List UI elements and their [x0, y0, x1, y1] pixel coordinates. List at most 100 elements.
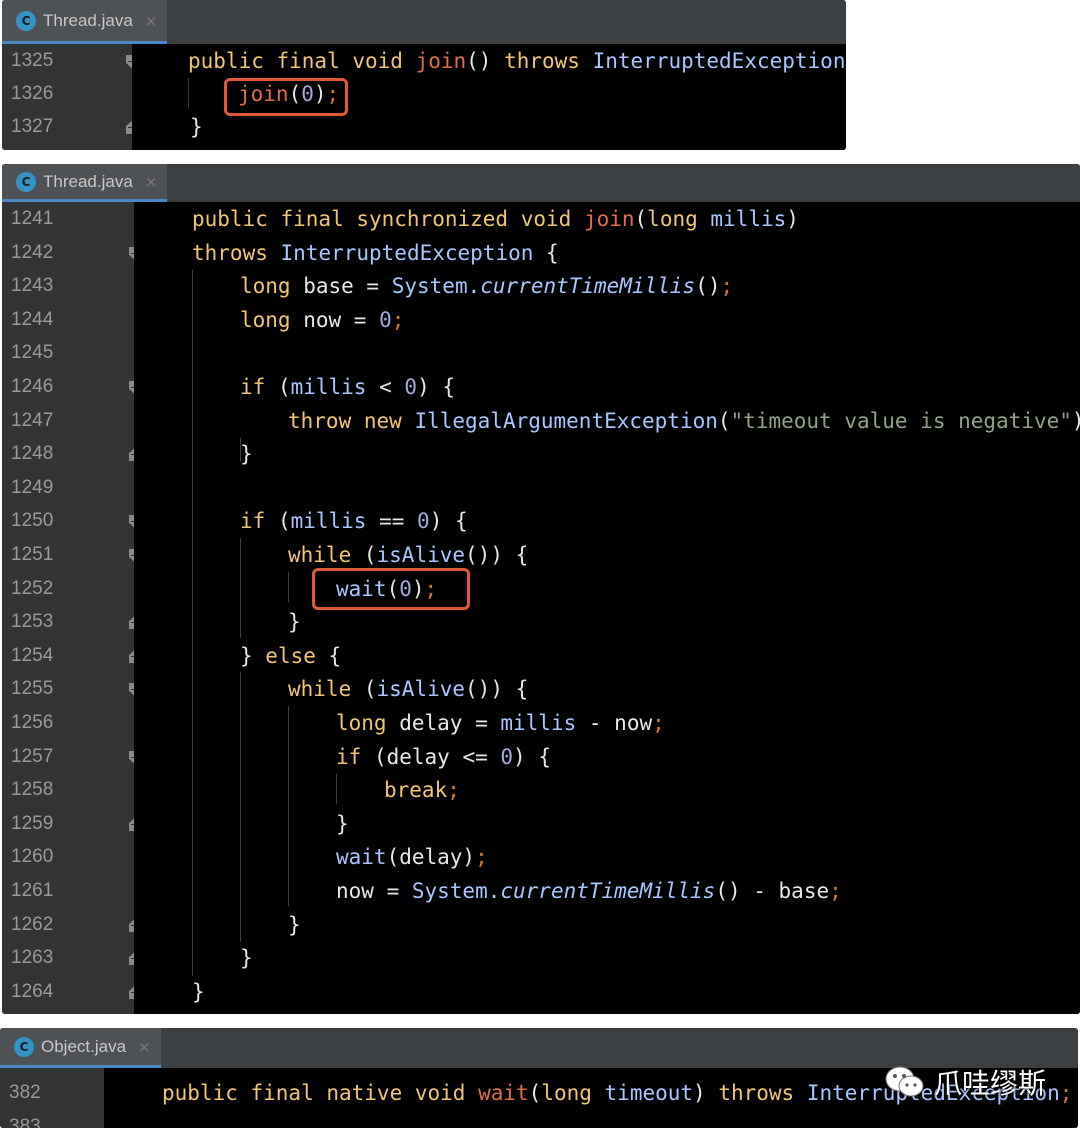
code-token: )	[411, 577, 425, 601]
line-number: 1258	[11, 779, 54, 800]
code-token: (	[363, 677, 377, 701]
code-token: public final synchronized void	[192, 207, 584, 231]
code-token: ()	[695, 274, 721, 298]
code-line: break;	[384, 773, 460, 807]
code-line: long now = 0;	[240, 303, 404, 337]
code-token: wait	[336, 845, 387, 869]
tab-label: Thread.java	[43, 171, 133, 191]
gutter-line: 1249	[2, 471, 134, 505]
code-line: throw new IllegalArgumentException("time…	[288, 404, 1080, 438]
close-icon[interactable]: ×	[138, 1038, 151, 1056]
line-number: 1251	[11, 544, 54, 565]
code-token: }	[240, 946, 253, 970]
code-token: throws	[718, 1081, 807, 1105]
code-line: }	[288, 908, 301, 942]
code-token: ) {	[429, 509, 468, 533]
close-icon[interactable]: ×	[145, 12, 158, 30]
code-token: base =	[303, 274, 392, 298]
line-gutter: 1241 1242 1243 1244 1245 1246 1247 1248 1249 1250…	[2, 202, 140, 1014]
code-token: else	[265, 644, 329, 668]
indent-guide	[188, 78, 189, 108]
code-token: }	[192, 980, 205, 1004]
code-token: {	[328, 644, 342, 668]
code-line: }	[192, 975, 205, 1009]
line-number: 1242	[11, 242, 54, 263]
code-token: break	[384, 778, 448, 802]
gutter-line: 1257	[2, 740, 140, 774]
gutter-line: 1252	[2, 572, 134, 606]
gutter-line: 1244	[2, 303, 134, 337]
code-token: "timeout value is negative"	[730, 409, 1072, 433]
gutter-line: 1258	[2, 773, 134, 807]
line-number: 1254	[11, 645, 54, 666]
code-token: (delay <=	[373, 745, 501, 769]
code-token: ) {	[513, 745, 551, 769]
code-token: ==	[379, 509, 418, 533]
code-line: if (millis == 0) {	[240, 504, 468, 538]
code-token: ;	[652, 711, 665, 735]
code-line: public final synchronized void join(long…	[192, 202, 799, 236]
highlight-box-join0	[224, 78, 348, 116]
line-number: 1325	[11, 50, 54, 71]
tab-thread-java[interactable]: C Thread.java ×	[2, 164, 168, 202]
line-number: 1253	[11, 611, 54, 632]
code-token: millis	[710, 207, 787, 231]
wechat-icon	[885, 1066, 924, 1097]
code-token: delay =	[399, 711, 501, 735]
code-token: if	[240, 375, 278, 399]
code-token: wait	[336, 577, 387, 601]
gutter-line: 1254	[2, 639, 140, 673]
code-line: long delay = millis - now;	[336, 706, 665, 740]
line-number: 1326	[11, 83, 54, 104]
gutter-line: 1256	[2, 706, 134, 740]
line-number: 1257	[11, 746, 54, 767]
line-number: 1248	[11, 443, 54, 464]
code-token: InterruptedException	[592, 49, 846, 73]
code-token: }	[288, 913, 301, 937]
editor-panel-thread-join-millis: C Thread.java × 1241 1242 1243 1244 1245 1246…	[2, 164, 1080, 1014]
code-token: join	[583, 207, 635, 231]
code-token: public final void	[188, 49, 416, 73]
code-token: )	[786, 207, 799, 231]
code-token: (	[277, 509, 291, 533]
code-token: }	[336, 812, 349, 836]
code-token: long	[240, 308, 304, 332]
code-token: (	[634, 207, 648, 231]
code-token: millis	[290, 375, 380, 399]
code-token: (	[528, 1081, 542, 1105]
code-token: while	[288, 543, 364, 567]
gutter-line: 1255	[2, 672, 140, 706]
indent-guide	[192, 270, 193, 976]
line-number: 1263	[11, 947, 54, 968]
gutter-line: 1253	[2, 605, 140, 639]
code-area[interactable]: public final synchronized void join(long…	[134, 202, 1080, 1014]
code-line: }	[288, 605, 301, 639]
gutter-line: 1251	[2, 538, 140, 572]
gutter-line: 1326	[2, 77, 132, 111]
watermark: 爪哇缪斯	[884, 1062, 1046, 1102]
code-token: ;	[391, 308, 405, 332]
code-token: ()) {	[465, 677, 529, 701]
tab-bar: C Thread.java ×	[2, 0, 846, 45]
code-token: timeout	[604, 1081, 694, 1105]
line-number: 1252	[11, 578, 54, 599]
code-token: 0	[500, 745, 514, 769]
code-area[interactable]: public final void join() throws Interrup…	[132, 44, 846, 150]
line-number: 1256	[11, 712, 54, 733]
line-number: 1261	[11, 880, 54, 901]
tab-thread-java[interactable]: C Thread.java ×	[2, 0, 168, 44]
code-token: )	[1072, 409, 1080, 433]
close-icon[interactable]: ×	[145, 173, 158, 191]
tab-label: Thread.java	[43, 10, 133, 30]
tab-object-java[interactable]: C Object.java ×	[0, 1028, 161, 1068]
line-number: 1249	[11, 477, 54, 498]
code-token: ;	[1059, 1081, 1073, 1105]
code-token: ) {	[417, 375, 455, 399]
gutter-line: 383	[0, 1110, 104, 1128]
code-line: while (isAlive()) {	[288, 538, 528, 572]
code-token: throws	[504, 49, 593, 73]
code-token: long	[541, 1081, 605, 1105]
line-number: 1259	[11, 813, 54, 834]
code-line: }	[240, 437, 253, 471]
line-number: 382	[9, 1082, 41, 1103]
